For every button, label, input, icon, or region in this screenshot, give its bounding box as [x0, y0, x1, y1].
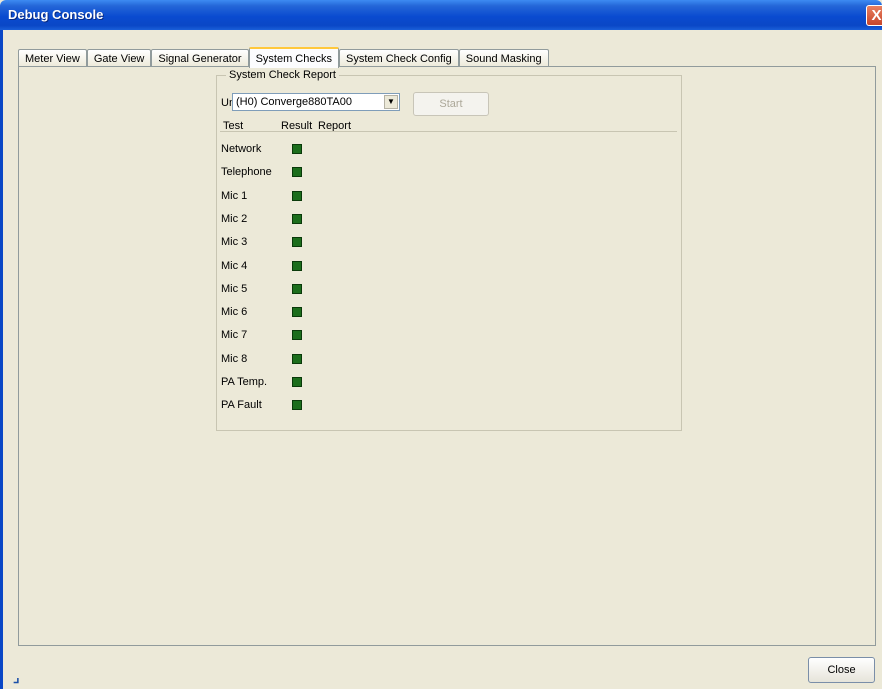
- tab-system-check-config[interactable]: System Check Config: [338, 49, 459, 67]
- tab-signal-generator[interactable]: Signal Generator: [151, 49, 249, 67]
- result-indicator: [292, 353, 302, 364]
- header-divider: [220, 131, 677, 132]
- test-label: Network: [221, 143, 262, 155]
- result-indicator: [292, 377, 302, 387]
- window-title: Debug Console: [8, 7, 104, 22]
- result-indicator: [292, 260, 302, 271]
- test-label: Mic 4: [221, 259, 248, 272]
- window-close-icon[interactable]: X: [866, 5, 882, 26]
- result-indicator: [292, 213, 302, 224]
- tab-strip: Meter View Gate View Signal Generator Sy…: [18, 47, 549, 68]
- resize-grip-icon[interactable]: ⌟: [13, 670, 27, 684]
- test-label: Mic 8: [221, 352, 248, 365]
- start-button[interactable]: Start: [413, 92, 489, 116]
- result-indicator: [292, 283, 302, 294]
- tab-sound-masking[interactable]: Sound Masking: [458, 49, 549, 67]
- tab-gate-view[interactable]: Gate View: [86, 49, 152, 67]
- group-title: System Check Report: [226, 69, 339, 81]
- test-label: PA Fault: [221, 399, 262, 412]
- result-indicator: [292, 307, 302, 318]
- result-indicator: [292, 190, 302, 201]
- tab-system-checks[interactable]: System Checks: [248, 47, 339, 68]
- result-indicator: [292, 144, 302, 154]
- close-button[interactable]: Close: [808, 657, 875, 683]
- result-indicator: [292, 330, 302, 341]
- test-label: Mic 5: [221, 282, 248, 295]
- test-label: Telephone: [221, 166, 272, 179]
- test-label: Mic 2: [221, 212, 248, 225]
- test-label: Mic 6: [221, 306, 248, 319]
- result-indicator: [292, 400, 302, 411]
- title-bar[interactable]: Debug Console X: [0, 0, 882, 30]
- result-indicator: [292, 237, 302, 248]
- test-label: Mic 7: [221, 329, 248, 342]
- tab-meter-view[interactable]: Meter View: [18, 49, 87, 67]
- unit-select-value: (H0) Converge880TA00: [236, 96, 352, 108]
- test-label: PA Temp.: [221, 376, 268, 388]
- result-indicator: [292, 167, 302, 178]
- test-label: Mic 3: [221, 236, 248, 249]
- test-label: Mic 1: [221, 189, 248, 202]
- unit-select[interactable]: (H0) Converge880TA00 ▼: [232, 93, 400, 111]
- chevron-down-icon[interactable]: ▼: [384, 95, 398, 109]
